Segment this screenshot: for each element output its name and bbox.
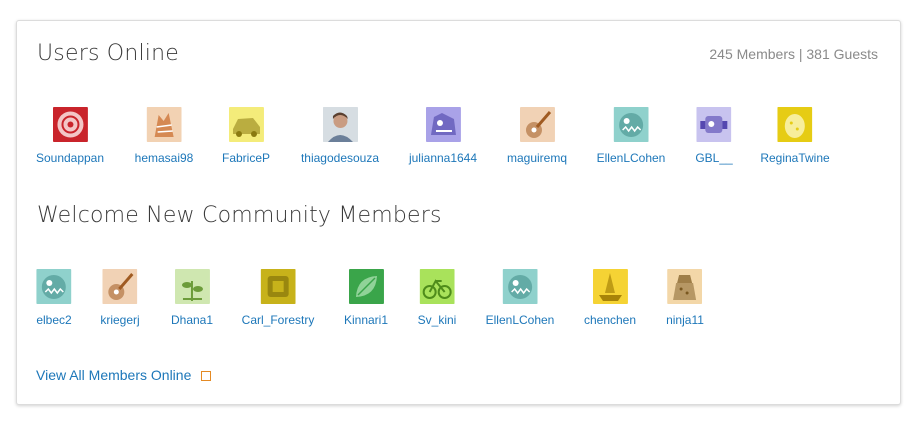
user-item[interactable]: thiagodesouza — [301, 107, 379, 165]
users-online-list: Soundappan hemasai98 FabriceP thiagodesouza… — [17, 107, 900, 177]
fish-avatar[interactable] — [502, 269, 538, 304]
block-avatar[interactable] — [260, 269, 296, 304]
user-item[interactable]: Kinnari1 — [344, 269, 388, 327]
username-link[interactable]: Sv_kini — [418, 313, 457, 327]
user-item[interactable]: EllenLCohen — [486, 269, 555, 327]
online-stats: 245 Members | 381 Guests — [709, 46, 878, 62]
user-item[interactable]: Carl_Forestry — [242, 269, 315, 327]
guitar-avatar[interactable] — [102, 269, 138, 304]
bike-avatar[interactable] — [419, 269, 455, 304]
ship-avatar[interactable] — [592, 269, 628, 304]
user-item[interactable]: ReginaTwine — [760, 107, 830, 165]
fish-avatar[interactable] — [36, 269, 72, 304]
users-online-panel: Users Online 245 Members | 381 Guests So… — [16, 20, 901, 405]
new-members-title: Welcome New Community Members — [37, 203, 442, 228]
username-link[interactable]: kriegerj — [100, 313, 139, 327]
robot-avatar[interactable] — [696, 107, 732, 142]
username-link[interactable]: maguiremq — [507, 151, 567, 165]
user-item[interactable]: maguiremq — [507, 107, 567, 165]
user-item[interactable]: Dhana1 — [171, 269, 213, 327]
dalek-avatar[interactable] — [667, 269, 703, 304]
username-link[interactable]: thiagodesouza — [301, 151, 379, 165]
car-avatar[interactable] — [228, 107, 264, 142]
username-link[interactable]: Kinnari1 — [344, 313, 388, 327]
username-link[interactable]: Dhana1 — [171, 313, 213, 327]
username-link[interactable]: julianna1644 — [409, 151, 477, 165]
username-link[interactable]: ninja11 — [666, 313, 704, 327]
username-link[interactable]: hemasai98 — [135, 151, 194, 165]
photo-avatar[interactable] — [322, 107, 358, 142]
user-item[interactable]: julianna1644 — [409, 107, 477, 165]
plant-avatar[interactable] — [174, 269, 210, 304]
view-all-members-link[interactable]: View All Members Online — [36, 367, 212, 383]
user-item[interactable]: Sv_kini — [418, 269, 457, 327]
new-members-list: elbec2 kriegerj Dhana1 Carl_Forestry Kinnari… — [17, 269, 900, 339]
username-link[interactable]: ReginaTwine — [760, 151, 829, 165]
external-link-icon — [201, 370, 212, 381]
user-item[interactable]: kriegerj — [100, 269, 140, 327]
user-item[interactable]: GBL__ — [695, 107, 733, 165]
user-item[interactable]: chenchen — [584, 269, 636, 327]
username-link[interactable]: Soundappan — [36, 151, 104, 165]
username-link[interactable]: EllenLCohen — [597, 151, 666, 165]
username-link[interactable]: FabriceP — [222, 151, 270, 165]
users-online-title: Users Online — [37, 41, 179, 66]
leaf-avatar[interactable] — [348, 269, 384, 304]
egg-avatar[interactable] — [777, 107, 813, 142]
view-all-label: View All Members Online — [36, 367, 192, 383]
user-item[interactable]: elbec2 — [36, 269, 72, 327]
username-link[interactable]: elbec2 — [36, 313, 71, 327]
username-link[interactable]: chenchen — [584, 313, 636, 327]
user-item[interactable]: Soundappan — [36, 107, 104, 165]
speaker-avatar[interactable] — [52, 107, 88, 142]
user-item[interactable]: ninja11 — [666, 269, 704, 327]
tiger-avatar[interactable] — [146, 107, 182, 142]
guitar-avatar[interactable] — [519, 107, 555, 142]
fish-avatar[interactable] — [613, 107, 649, 142]
user-item[interactable]: hemasai98 — [135, 107, 194, 165]
monster-avatar[interactable] — [425, 107, 461, 142]
user-item[interactable]: EllenLCohen — [597, 107, 666, 165]
username-link[interactable]: GBL__ — [695, 151, 732, 165]
username-link[interactable]: EllenLCohen — [486, 313, 555, 327]
user-item[interactable]: FabriceP — [222, 107, 270, 165]
username-link[interactable]: Carl_Forestry — [242, 313, 315, 327]
